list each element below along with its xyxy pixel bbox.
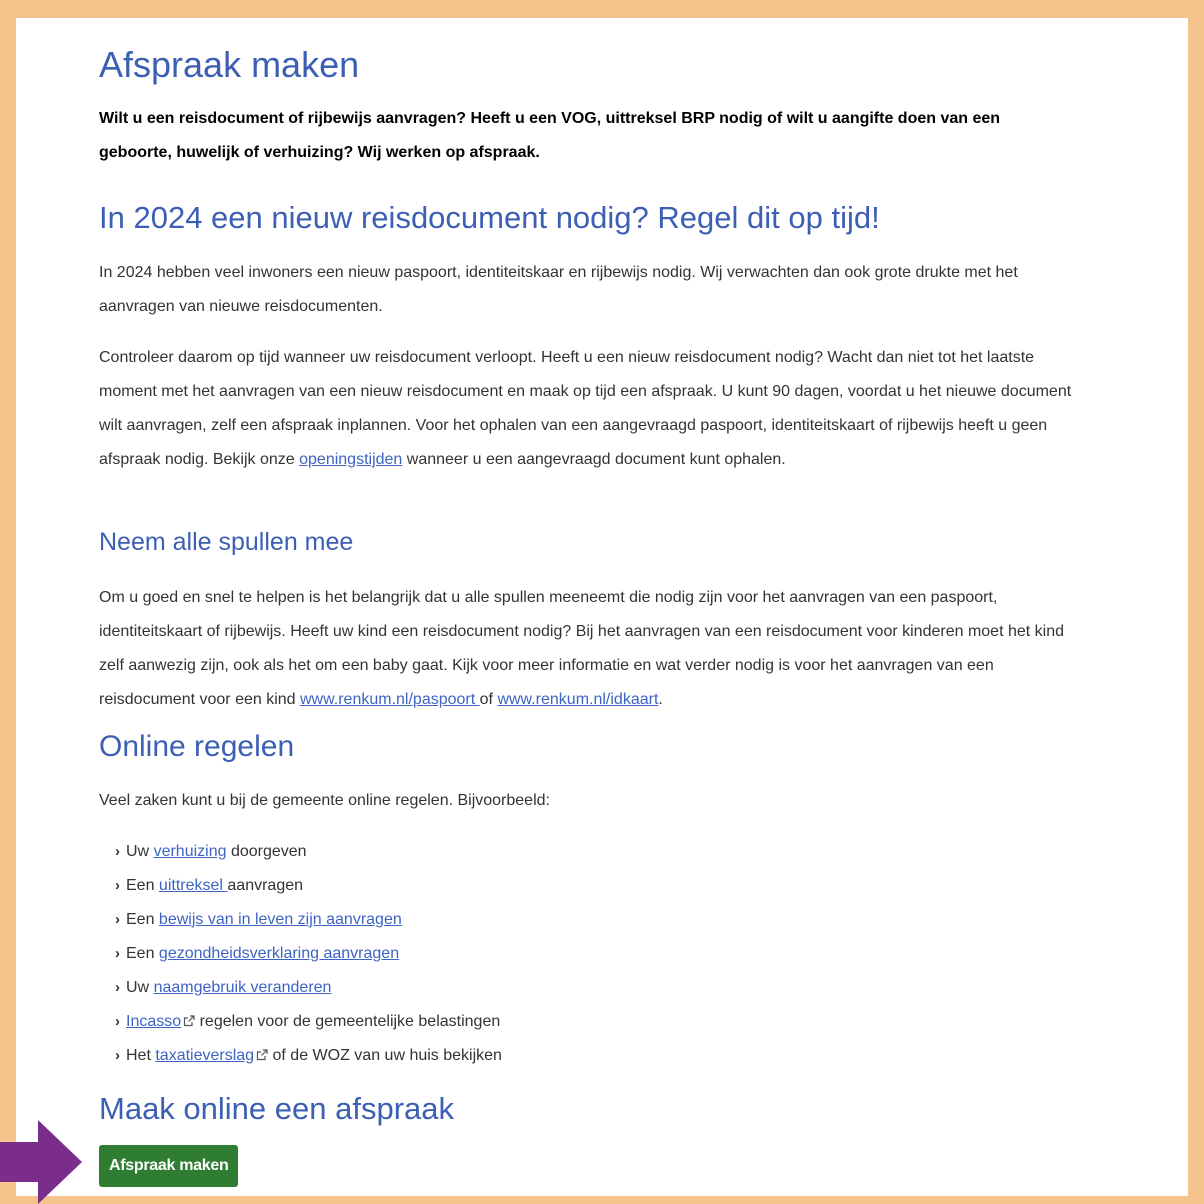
uittreksel-link[interactable]: uittreksel xyxy=(159,877,227,894)
section-2024-paragraph-1: In 2024 hebben veel inwoners een nieuw p… xyxy=(99,264,1018,315)
section-spullen-paragraph: Om u goed en snel te helpen is het belan… xyxy=(99,581,1089,717)
external-link-icon xyxy=(184,1015,195,1027)
openingstijden-link[interactable]: openingstijden xyxy=(299,451,402,468)
list-item: › Incasso regelen voor de gemeentelijke b… xyxy=(115,1005,502,1039)
external-link-icon xyxy=(256,1049,268,1061)
list-item-text: Een xyxy=(126,945,159,962)
arrow-right-icon xyxy=(0,1120,82,1204)
bewijs-van-leven-link[interactable]: bewijs van in leven zijn aanvragen xyxy=(159,911,402,928)
chevron-right-icon: › xyxy=(115,1047,120,1064)
chevron-right-icon: › xyxy=(115,843,120,860)
list-item-text: aanvragen xyxy=(227,877,304,894)
paragraph-text: of xyxy=(479,691,498,708)
chevron-right-icon: › xyxy=(115,911,120,928)
section-online-intro: Veel zaken kunt u bij de gemeente online… xyxy=(99,792,550,809)
chevron-right-icon: › xyxy=(115,1013,120,1030)
chevron-right-icon: › xyxy=(115,979,120,996)
list-item: › Een bewijs van in leven zijn aanvragen xyxy=(115,903,502,937)
list-item-text: Het xyxy=(126,1047,156,1064)
list-item-text: Uw xyxy=(126,843,154,860)
list-item: › Het taxatieverslag of de WOZ van uw hui… xyxy=(115,1039,502,1073)
section-spullen-heading: Neem alle spullen mee xyxy=(99,528,354,556)
list-item-text: Uw xyxy=(126,979,154,996)
list-item: › Een gezondheidsverklaring aanvragen xyxy=(115,937,502,971)
section-2024-heading: In 2024 een nieuw reisdocument nodig? Re… xyxy=(99,200,880,235)
chevron-right-icon: › xyxy=(115,945,120,962)
chevron-right-icon: › xyxy=(115,877,120,894)
incasso-link[interactable]: Incasso xyxy=(126,1013,181,1030)
section-online-heading: Online regelen xyxy=(99,730,295,763)
online-services-list: › Uw verhuizing doorgeven › Een uittreksel… xyxy=(115,835,502,1073)
page-title: Afspraak maken xyxy=(99,44,360,85)
list-item-text: doorgeven xyxy=(226,843,307,860)
list-item-text: of de WOZ van uw huis bekijken xyxy=(268,1047,502,1064)
taxatieverslag-link[interactable]: taxatieverslag xyxy=(155,1047,254,1064)
content-frame: Afspraak maken Wilt u een reisdocument o… xyxy=(16,18,1188,1196)
naamgebruik-link[interactable]: naamgebruik veranderen xyxy=(154,979,332,996)
idkaart-link[interactable]: www.renkum.nl/idkaart xyxy=(497,691,658,708)
verhuizing-link[interactable]: verhuizing xyxy=(154,843,227,860)
gezondheidsverklaring-link[interactable]: gezondheidsverklaring aanvragen xyxy=(159,945,399,962)
list-item: › Een uittreksel aanvragen xyxy=(115,869,502,903)
list-item-text: regelen voor de gemeentelijke belastinge… xyxy=(195,1013,501,1030)
paspoort-link[interactable]: www.renkum.nl/paspoort xyxy=(300,691,480,708)
afspraak-maken-button[interactable]: Afspraak maken xyxy=(99,1145,239,1187)
list-item: › Uw naamgebruik veranderen xyxy=(115,971,502,1005)
list-item-text: Een xyxy=(126,877,159,894)
section-2024-paragraph-2: Controleer daarom op tijd wanneer uw rei… xyxy=(99,341,1089,477)
paragraph-text: wanneer u een aangevraagd document kunt … xyxy=(402,451,786,468)
section-afspraak-heading: Maak online een afspraak xyxy=(99,1091,455,1126)
intro-text: Wilt u een reisdocument of rijbewijs aan… xyxy=(99,110,1001,161)
list-item-text: Een xyxy=(126,911,159,928)
list-item: › Uw verhuizing doorgeven xyxy=(115,835,502,869)
paragraph-text: . xyxy=(658,691,663,708)
